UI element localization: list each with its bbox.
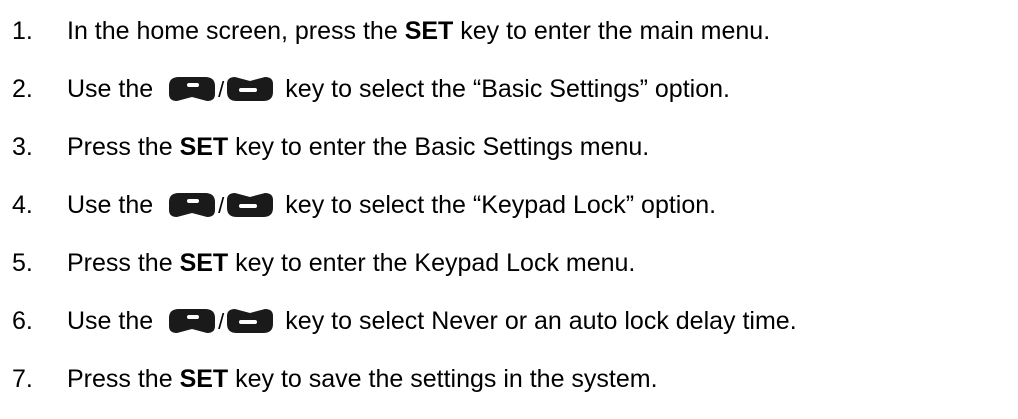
key-separator: / — [218, 77, 225, 102]
set-key-label: SET — [179, 364, 229, 393]
step-number: 7. — [12, 364, 33, 393]
step-text-pre: Use the — [67, 190, 154, 219]
set-key-label: SET — [179, 248, 229, 277]
step-number: 6. — [12, 306, 33, 335]
up-key-icon — [169, 77, 216, 101]
step-text-post: key to select the “Keypad Lock” option. — [285, 190, 717, 219]
step-text-post: key to select Never or an auto lock dela… — [285, 306, 797, 335]
up-key-icon — [169, 309, 216, 333]
step-text-pre: Use the — [67, 74, 154, 103]
step-number: 4. — [12, 190, 33, 219]
step-text-pre: Use the — [67, 306, 154, 335]
step-text-pre: Press the — [67, 248, 180, 277]
step-text-pre: Press the — [67, 132, 180, 161]
set-key-label: SET — [179, 132, 229, 161]
step-text-post: key to save the settings in the system. — [228, 364, 658, 393]
step-text-post: key to select the “Basic Settings” optio… — [285, 74, 730, 103]
key-separator: / — [218, 309, 225, 334]
step-text-post: key to enter the main menu. — [453, 16, 771, 45]
step-text: In the home screen, press the SET key to… — [67, 17, 770, 46]
instruction-list: 1. In the home screen, press the SET key… — [0, 0, 1018, 419]
step-text: Press the SET key to enter the Basic Set… — [67, 133, 649, 162]
step-text: Press the SET key to save the settings i… — [67, 365, 658, 394]
up-down-keys: / — [167, 75, 275, 103]
up-key-icon — [169, 193, 216, 217]
key-separator: / — [218, 193, 225, 218]
up-down-keys: / — [167, 307, 275, 335]
step-text: Use the / key to select Never or an auto… — [67, 307, 797, 336]
step-number: 5. — [12, 248, 33, 277]
step-number: 2. — [12, 74, 33, 103]
down-key-icon — [227, 77, 274, 101]
step-text-post: key to enter the Keypad Lock menu. — [228, 248, 636, 277]
set-key-label: SET — [404, 16, 454, 45]
down-key-icon — [227, 193, 274, 217]
step-text-post: key to enter the Basic Settings menu. — [228, 132, 650, 161]
step-text: Use the / key to select the “Basic Setti… — [67, 75, 730, 104]
down-key-icon — [227, 309, 274, 333]
step-text-pre: Press the — [67, 364, 180, 393]
up-down-keys: / — [167, 191, 275, 219]
step-text-pre: In the home screen, press the — [67, 16, 405, 45]
step-text: Use the / key to select the “Keypad Lock… — [67, 191, 716, 220]
step-number: 1. — [12, 16, 33, 45]
step-number: 3. — [12, 132, 33, 161]
step-text: Press the SET key to enter the Keypad Lo… — [67, 249, 635, 278]
